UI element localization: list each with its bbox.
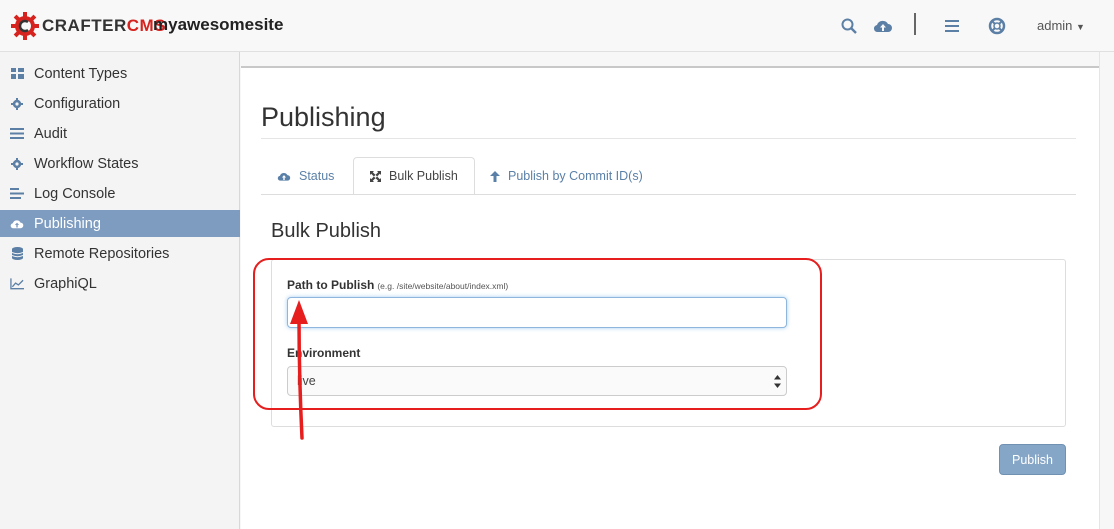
sidebar-item-log-console[interactable]: Log Console bbox=[0, 180, 240, 207]
admin-sidebar: Content Types Configuration Audit Workfl… bbox=[0, 52, 240, 529]
annotation-arrow-icon bbox=[290, 300, 308, 440]
sidebar-item-label: Audit bbox=[34, 125, 68, 142]
page-scrollbar[interactable] bbox=[1099, 52, 1114, 529]
grid-icon bbox=[10, 67, 24, 81]
site-name[interactable]: myawesomesite bbox=[153, 15, 283, 35]
sidebar-item-remote-repositories[interactable]: Remote Repositories bbox=[0, 240, 240, 267]
header-divider bbox=[914, 13, 916, 35]
crafter-logo[interactable]: CRAFTERCMS bbox=[10, 9, 166, 43]
sidebar-item-label: Publishing bbox=[34, 215, 101, 232]
help-lifebuoy-icon[interactable] bbox=[986, 15, 1008, 37]
brand-text: CRAFTERCMS bbox=[42, 16, 166, 35]
cloud-upload-icon bbox=[10, 217, 24, 231]
cloud-upload-icon bbox=[277, 171, 291, 182]
database-icon bbox=[10, 247, 24, 261]
arrow-up-icon bbox=[490, 170, 500, 182]
tab-status[interactable]: Status bbox=[261, 157, 350, 195]
publish-button[interactable]: Publish bbox=[999, 444, 1066, 475]
annotation-highlight-box bbox=[253, 258, 822, 410]
page-title: Publishing bbox=[261, 102, 386, 132]
sidebar-item-content-types[interactable]: Content Types bbox=[0, 60, 240, 87]
line-chart-icon bbox=[10, 277, 24, 291]
sidebar-item-configuration[interactable]: Configuration bbox=[0, 90, 240, 117]
tab-label: Publish by Commit ID(s) bbox=[508, 169, 643, 183]
gear-icon bbox=[10, 97, 24, 111]
search-icon[interactable] bbox=[838, 15, 860, 37]
caret-down-icon: ▼ bbox=[1076, 22, 1085, 32]
align-left-icon bbox=[10, 187, 24, 201]
title-divider bbox=[261, 138, 1076, 139]
tab-label: Bulk Publish bbox=[389, 169, 458, 183]
top-navbar: CRAFTERCMS myawesomesite admin ▼ bbox=[0, 0, 1114, 52]
gear-logo-icon bbox=[10, 11, 40, 41]
sidebar-item-label: Workflow States bbox=[34, 155, 139, 172]
tab-label: Status bbox=[299, 169, 335, 183]
sidebar-item-publishing[interactable]: Publishing bbox=[0, 210, 240, 237]
user-name: admin bbox=[1037, 18, 1073, 33]
sidebar-item-label: Content Types bbox=[34, 65, 128, 82]
sidebar-item-label: GraphiQL bbox=[34, 275, 97, 292]
sidebar-item-workflow-states[interactable]: Workflow States bbox=[0, 150, 240, 177]
list-icon bbox=[10, 127, 24, 141]
sidebar-item-label: Configuration bbox=[34, 95, 121, 112]
sidebar-item-label: Log Console bbox=[34, 185, 116, 202]
sidebar-item-label: Remote Repositories bbox=[34, 245, 170, 262]
tabs-divider bbox=[261, 194, 1076, 195]
section-title: Bulk Publish bbox=[271, 220, 382, 242]
user-menu[interactable]: admin ▼ bbox=[1037, 18, 1085, 33]
cloud-upload-icon[interactable] bbox=[872, 15, 894, 37]
expand-arrows-icon bbox=[370, 170, 381, 182]
menu-icon[interactable] bbox=[941, 15, 963, 37]
sidebar-item-graphiql[interactable]: GraphiQL bbox=[0, 270, 240, 297]
tab-publish-by-commit-id[interactable]: Publish by Commit ID(s) bbox=[474, 157, 659, 195]
sidebar-item-audit[interactable]: Audit bbox=[0, 120, 240, 147]
tab-bulk-publish[interactable]: Bulk Publish bbox=[353, 157, 475, 195]
gear-icon bbox=[10, 157, 24, 171]
